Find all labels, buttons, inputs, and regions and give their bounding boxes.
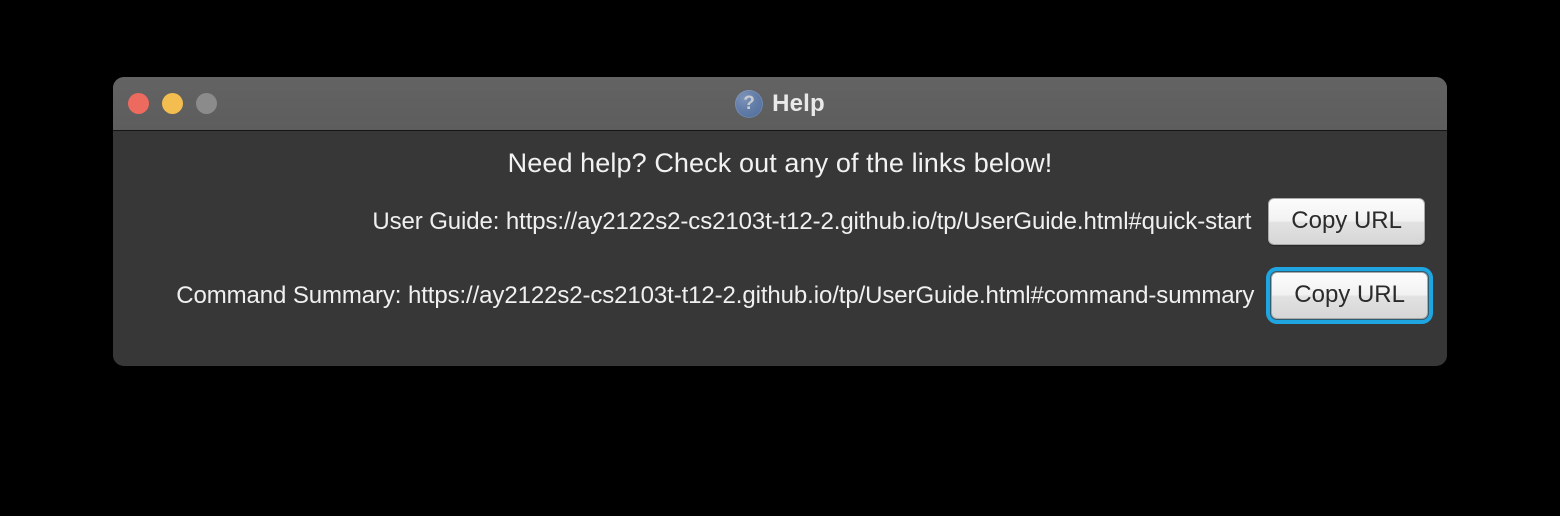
desktop-background: ? Help Need help? Check out any of the l… xyxy=(0,0,1560,516)
command-summary-row: Command Summary: https://ay2122s2-cs2103… xyxy=(113,267,1447,324)
help-links-list: User Guide: https://ay2122s2-cs2103t-t12… xyxy=(113,198,1447,324)
user-guide-row: User Guide: https://ay2122s2-cs2103t-t12… xyxy=(113,198,1447,245)
window-title-group: ? Help xyxy=(113,77,1447,130)
copy-command-summary-url-button[interactable]: Copy URL xyxy=(1266,267,1433,324)
window-titlebar[interactable]: ? Help xyxy=(113,77,1447,131)
help-heading: Need help? Check out any of the links be… xyxy=(507,148,1053,178)
copy-user-guide-url-button[interactable]: Copy URL xyxy=(1268,198,1425,245)
question-mark-circle-icon: ? xyxy=(735,89,764,118)
user-guide-url-label: User Guide: https://ay2122s2-cs2103t-t12… xyxy=(372,207,1252,235)
minimize-button[interactable] xyxy=(162,93,183,114)
question-mark-glyph: ? xyxy=(743,92,755,114)
window-title: Help xyxy=(772,89,825,117)
help-content: Need help? Check out any of the links be… xyxy=(113,131,1447,365)
window-controls xyxy=(128,77,217,130)
command-summary-url-label: Command Summary: https://ay2122s2-cs2103… xyxy=(176,281,1255,309)
close-button[interactable] xyxy=(128,93,149,114)
zoom-button[interactable] xyxy=(196,93,217,114)
help-window: ? Help Need help? Check out any of the l… xyxy=(113,77,1447,366)
